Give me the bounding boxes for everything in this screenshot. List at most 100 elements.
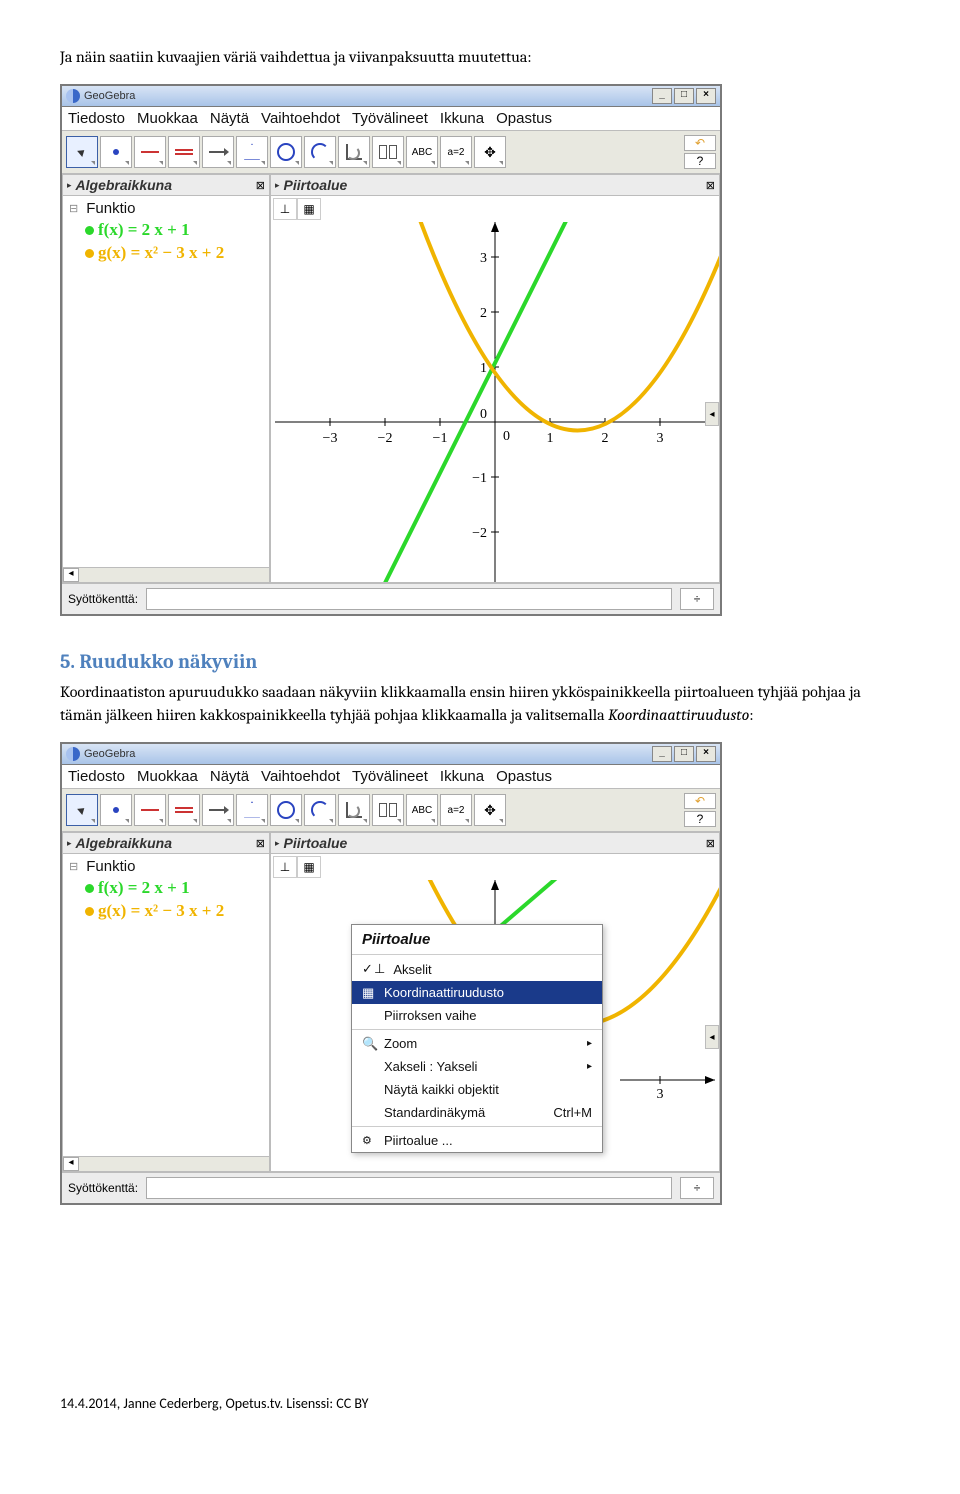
tool-polygon[interactable] — [236, 794, 268, 826]
menu-tools[interactable]: Työvälineet — [352, 110, 428, 127]
tool-point[interactable] — [100, 794, 132, 826]
input-bar-2: Syöttökenttä: ÷ — [62, 1172, 720, 1203]
axes-toggle-icon[interactable]: ⊥ — [273, 856, 297, 878]
svg-text:1: 1 — [547, 431, 554, 446]
tool-line[interactable] — [134, 794, 166, 826]
tool-ray[interactable] — [202, 794, 234, 826]
tool-angle[interactable] — [338, 794, 370, 826]
function-g-2[interactable]: g(x) = x² − 3 x + 2 — [85, 901, 263, 921]
grid-toggle-icon[interactable]: ▦ — [297, 856, 321, 878]
tool-text[interactable]: ABC — [406, 794, 438, 826]
tool-arc[interactable] — [304, 794, 336, 826]
tool-toolbar-2: ABC a=2 ✥ ↶ ? — [62, 789, 720, 832]
undo-button[interactable]: ↶ — [684, 793, 716, 809]
tool-arc[interactable] — [304, 136, 336, 168]
menu-view[interactable]: Näytä — [210, 768, 249, 785]
function-f-2[interactable]: f(x) = 2 x + 1 — [85, 878, 263, 898]
zoom-icon: 🔍 — [362, 1036, 378, 1052]
cm-showall[interactable]: Näytä kaikki objektit — [352, 1078, 602, 1101]
menu-file[interactable]: Tiedosto — [68, 110, 125, 127]
cm-standard[interactable]: Standardinäkymä Ctrl+M — [352, 1101, 602, 1124]
algebra-close-icon[interactable]: ⊠ — [256, 179, 265, 192]
menu-tools[interactable]: Työvälineet — [352, 768, 428, 785]
tool-movegraphics[interactable]: ✥ — [474, 136, 506, 168]
menu-options[interactable]: Vaihtoehdot — [261, 768, 340, 785]
color-dot-green-icon — [85, 226, 94, 235]
tool-angle[interactable] — [338, 136, 370, 168]
menu-bar: Tiedosto Muokkaa Näytä Vaihtoehdot Työvä… — [62, 107, 720, 131]
cm-props[interactable]: ⚙ Piirtoalue ... — [352, 1129, 602, 1152]
drawing-close-icon[interactable]: ⊠ — [706, 837, 715, 850]
menu-window[interactable]: Ikkuna — [440, 768, 484, 785]
menu-help[interactable]: Opastus — [496, 110, 552, 127]
svg-text:−1: −1 — [472, 471, 487, 486]
tool-polygon[interactable] — [236, 136, 268, 168]
undo-button[interactable]: ↶ — [684, 135, 716, 151]
menu-options[interactable]: Vaihtoehdot — [261, 110, 340, 127]
tool-move[interactable] — [66, 794, 98, 826]
menu-help[interactable]: Opastus — [496, 768, 552, 785]
input-field[interactable] — [146, 588, 672, 610]
drawing-close-icon[interactable]: ⊠ — [706, 179, 715, 192]
close-button[interactable]: × — [696, 746, 716, 762]
tool-circle[interactable] — [270, 136, 302, 168]
app-logo-icon — [66, 747, 80, 761]
input-dropdown-2[interactable]: ÷ — [680, 1177, 714, 1199]
tool-parallel[interactable] — [168, 794, 200, 826]
menu-window[interactable]: Ikkuna — [440, 110, 484, 127]
minimize-button[interactable]: _ — [652, 88, 672, 104]
drawing-pane[interactable]: ▸Piirtoalue ⊠ ⊥ ▦ −3 −2 −1 — [270, 174, 720, 583]
input-field-2[interactable] — [146, 1177, 672, 1199]
function-g[interactable]: g(x) = x² − 3 x + 2 — [85, 243, 263, 263]
graph-canvas-2[interactable]: 3 Piirtoalue ✓ ⊥ Akselit ▦ Koordinaattir… — [271, 880, 719, 1170]
minimize-button[interactable]: _ — [652, 746, 672, 762]
drawing-pane-2[interactable]: ▸Piirtoalue ⊠ ⊥ ▦ 3 — [270, 832, 720, 1172]
menu-file[interactable]: Tiedosto — [68, 768, 125, 785]
tool-point[interactable] — [100, 136, 132, 168]
cm-construction[interactable]: Piirroksen vaihe — [352, 1004, 602, 1027]
color-dot-yellow-icon — [85, 907, 94, 916]
maximize-button[interactable]: □ — [674, 746, 694, 762]
help-button[interactable]: ? — [684, 811, 716, 827]
svg-text:−2: −2 — [472, 526, 487, 541]
context-menu-title: Piirtoalue — [352, 925, 602, 952]
tool-movegraphics[interactable]: ✥ — [474, 794, 506, 826]
tool-circle[interactable] — [270, 794, 302, 826]
scroll-left-icon[interactable]: ◂ — [63, 568, 79, 582]
tool-slider[interactable]: a=2 — [440, 136, 472, 168]
close-button[interactable]: × — [696, 88, 716, 104]
tool-text[interactable]: ABC — [406, 136, 438, 168]
input-bar: Syöttökenttä: ÷ — [62, 583, 720, 614]
tool-reflect[interactable] — [372, 794, 404, 826]
tool-parallel[interactable] — [168, 136, 200, 168]
axes-toggle-icon[interactable]: ⊥ — [273, 198, 297, 220]
svg-text:0: 0 — [480, 407, 487, 422]
cm-xyratio[interactable]: Xakseli : Yakseli ▸ — [352, 1055, 602, 1078]
side-expand-icon[interactable]: ◂ — [705, 402, 719, 426]
help-button[interactable]: ? — [684, 153, 716, 169]
grid-toggle-icon[interactable]: ▦ — [297, 198, 321, 220]
cm-zoom[interactable]: 🔍 Zoom ▸ — [352, 1032, 602, 1055]
geogebra-screenshot-2: GeoGebra _ □ × Tiedosto Muokkaa Näytä Va… — [60, 742, 722, 1205]
side-expand-icon[interactable]: ◂ — [705, 1025, 719, 1049]
tool-reflect[interactable] — [372, 136, 404, 168]
svg-text:−1: −1 — [433, 431, 448, 446]
menu-edit[interactable]: Muokkaa — [137, 110, 198, 127]
maximize-button[interactable]: □ — [674, 88, 694, 104]
tool-ray[interactable] — [202, 136, 234, 168]
input-label: Syöttökenttä: — [68, 592, 138, 606]
menu-view[interactable]: Näytä — [210, 110, 249, 127]
tool-slider[interactable]: a=2 — [440, 794, 472, 826]
tool-line[interactable] — [134, 136, 166, 168]
cm-grid[interactable]: ▦ Koordinaattiruudusto — [352, 981, 602, 1004]
scroll-left-icon[interactable]: ◂ — [63, 1157, 79, 1171]
menu-edit[interactable]: Muokkaa — [137, 768, 198, 785]
cm-axes[interactable]: ✓ ⊥ Akselit — [352, 957, 602, 981]
app-logo-icon — [66, 89, 80, 103]
color-dot-yellow-icon — [85, 249, 94, 258]
function-f[interactable]: f(x) = 2 x + 1 — [85, 220, 263, 240]
tool-move[interactable] — [66, 136, 98, 168]
input-dropdown[interactable]: ÷ — [680, 588, 714, 610]
algebra-close-icon[interactable]: ⊠ — [256, 837, 265, 850]
graph-canvas[interactable]: −3 −2 −1 0 1 2 3 3 2 1 0 −1 — [271, 222, 719, 582]
